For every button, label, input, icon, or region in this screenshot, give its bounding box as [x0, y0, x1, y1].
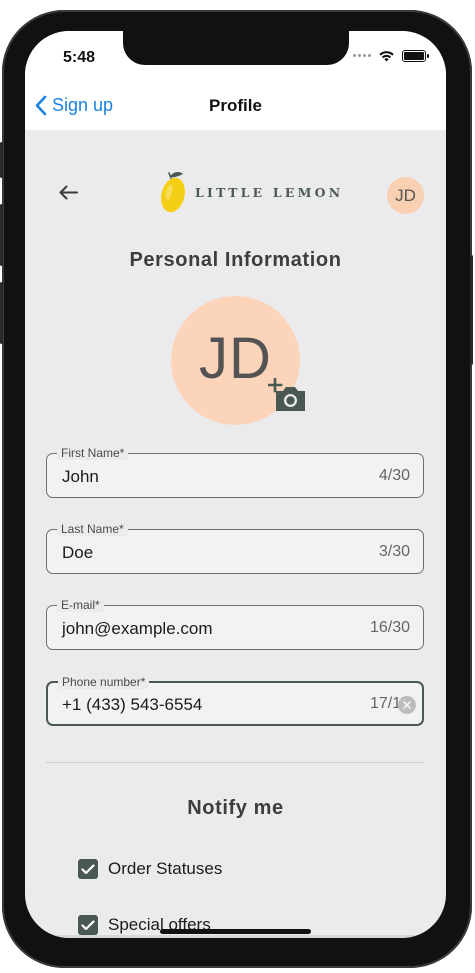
wifi-icon [379, 51, 394, 62]
email-counter: 16/30 [369, 619, 410, 636]
checkbox-checked[interactable] [78, 859, 98, 879]
status-time: 5:48 [63, 49, 96, 66]
first-name-label: First Name* [57, 446, 129, 460]
home-indicator [160, 929, 311, 934]
nav-title: Profile [209, 96, 262, 115]
phone-value[interactable]: +1 (433) 543-6554 [62, 695, 202, 715]
email-value[interactable]: john@example.com [62, 619, 213, 639]
profile-content: LITTLE LEMON JD Personal Information JD … [25, 130, 446, 938]
nav-bar: Sign up Profile [25, 83, 446, 130]
status-icons [353, 49, 429, 62]
lemon-icon [161, 172, 185, 213]
little-lemon-logo: LITTLE LEMON [159, 170, 343, 214]
last-name-field[interactable]: Last Name* Doe 3/30 [46, 522, 424, 574]
app-header: LITTLE LEMON JD [25, 130, 446, 260]
clear-icon[interactable] [398, 696, 416, 714]
first-name-value[interactable]: John [62, 467, 99, 487]
last-name-value[interactable]: Doe [62, 543, 93, 563]
side-button-left-1 [0, 142, 3, 178]
first-name-counter: 4/30 [378, 467, 410, 484]
last-name-label: Last Name* [57, 522, 128, 536]
header-avatar[interactable]: JD [387, 177, 424, 214]
profile-avatar-initials: JD [199, 326, 272, 391]
phone-label: Phone number* [58, 675, 150, 689]
screen: 5:48 Sign up Profile LITTLE LEMON JD Per… [25, 31, 446, 938]
add-photo-icon [267, 377, 305, 411]
phone-field[interactable]: Phone number* +1 (433) 543-6554 17/17 [46, 675, 424, 726]
side-button-left-3 [0, 282, 3, 344]
checkmark-icon [81, 919, 95, 930]
back-button[interactable] [59, 185, 78, 205]
checkbox-checked[interactable] [78, 915, 98, 935]
arrow-left-icon [59, 185, 78, 200]
side-button-right [470, 255, 473, 365]
order-statuses-checkbox[interactable]: Order Statuses [78, 859, 222, 879]
logo-text: LITTLE LEMON [195, 184, 344, 200]
checkmark-icon [81, 863, 95, 874]
side-button-left-2 [0, 204, 3, 266]
first-name-field[interactable]: First Name* John 4/30 [46, 446, 424, 498]
scroll-edge [25, 935, 446, 938]
personal-info-title: Personal Information [129, 249, 342, 271]
signal-icon [353, 54, 371, 57]
section-divider [46, 762, 424, 763]
add-photo-button[interactable] [267, 377, 308, 417]
last-name-counter: 3/30 [378, 543, 410, 560]
battery-icon [402, 49, 429, 62]
notify-me-title: Notify me [187, 797, 284, 819]
checkbox-label: Order Statuses [108, 859, 223, 878]
email-field[interactable]: E-mail* john@example.com 16/30 [46, 598, 424, 650]
email-label: E-mail* [57, 598, 104, 612]
notch [123, 31, 349, 65]
